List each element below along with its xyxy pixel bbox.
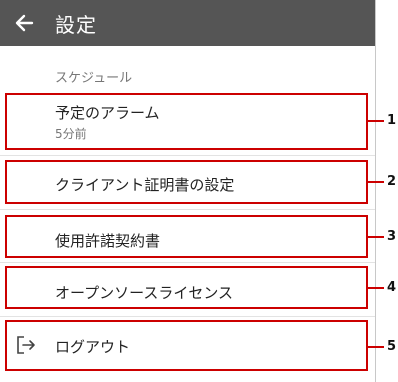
- arrow-left-icon[interactable]: [12, 10, 38, 36]
- callout-number-4: 4: [387, 280, 397, 295]
- callout-box-2: [5, 160, 368, 204]
- callout-number-2: 2: [387, 174, 397, 189]
- callout-number-1: 1: [387, 113, 397, 128]
- callout-box-1: [5, 93, 368, 150]
- page-title: 設定: [55, 13, 97, 37]
- callout-box-4: [5, 266, 368, 309]
- callout-number-5: 5: [387, 339, 397, 354]
- callout-line-5: [368, 346, 384, 348]
- callout-box-3: [5, 215, 368, 258]
- callout-number-3: 3: [387, 229, 397, 244]
- callout-line-2: [368, 181, 384, 183]
- callout-line-1: [368, 120, 384, 122]
- callout-line-3: [368, 236, 384, 238]
- section-header-schedule: スケジュール: [55, 71, 133, 86]
- app-bar: 設定: [0, 0, 375, 46]
- callout-box-5: [5, 320, 368, 371]
- callout-line-4: [368, 287, 384, 289]
